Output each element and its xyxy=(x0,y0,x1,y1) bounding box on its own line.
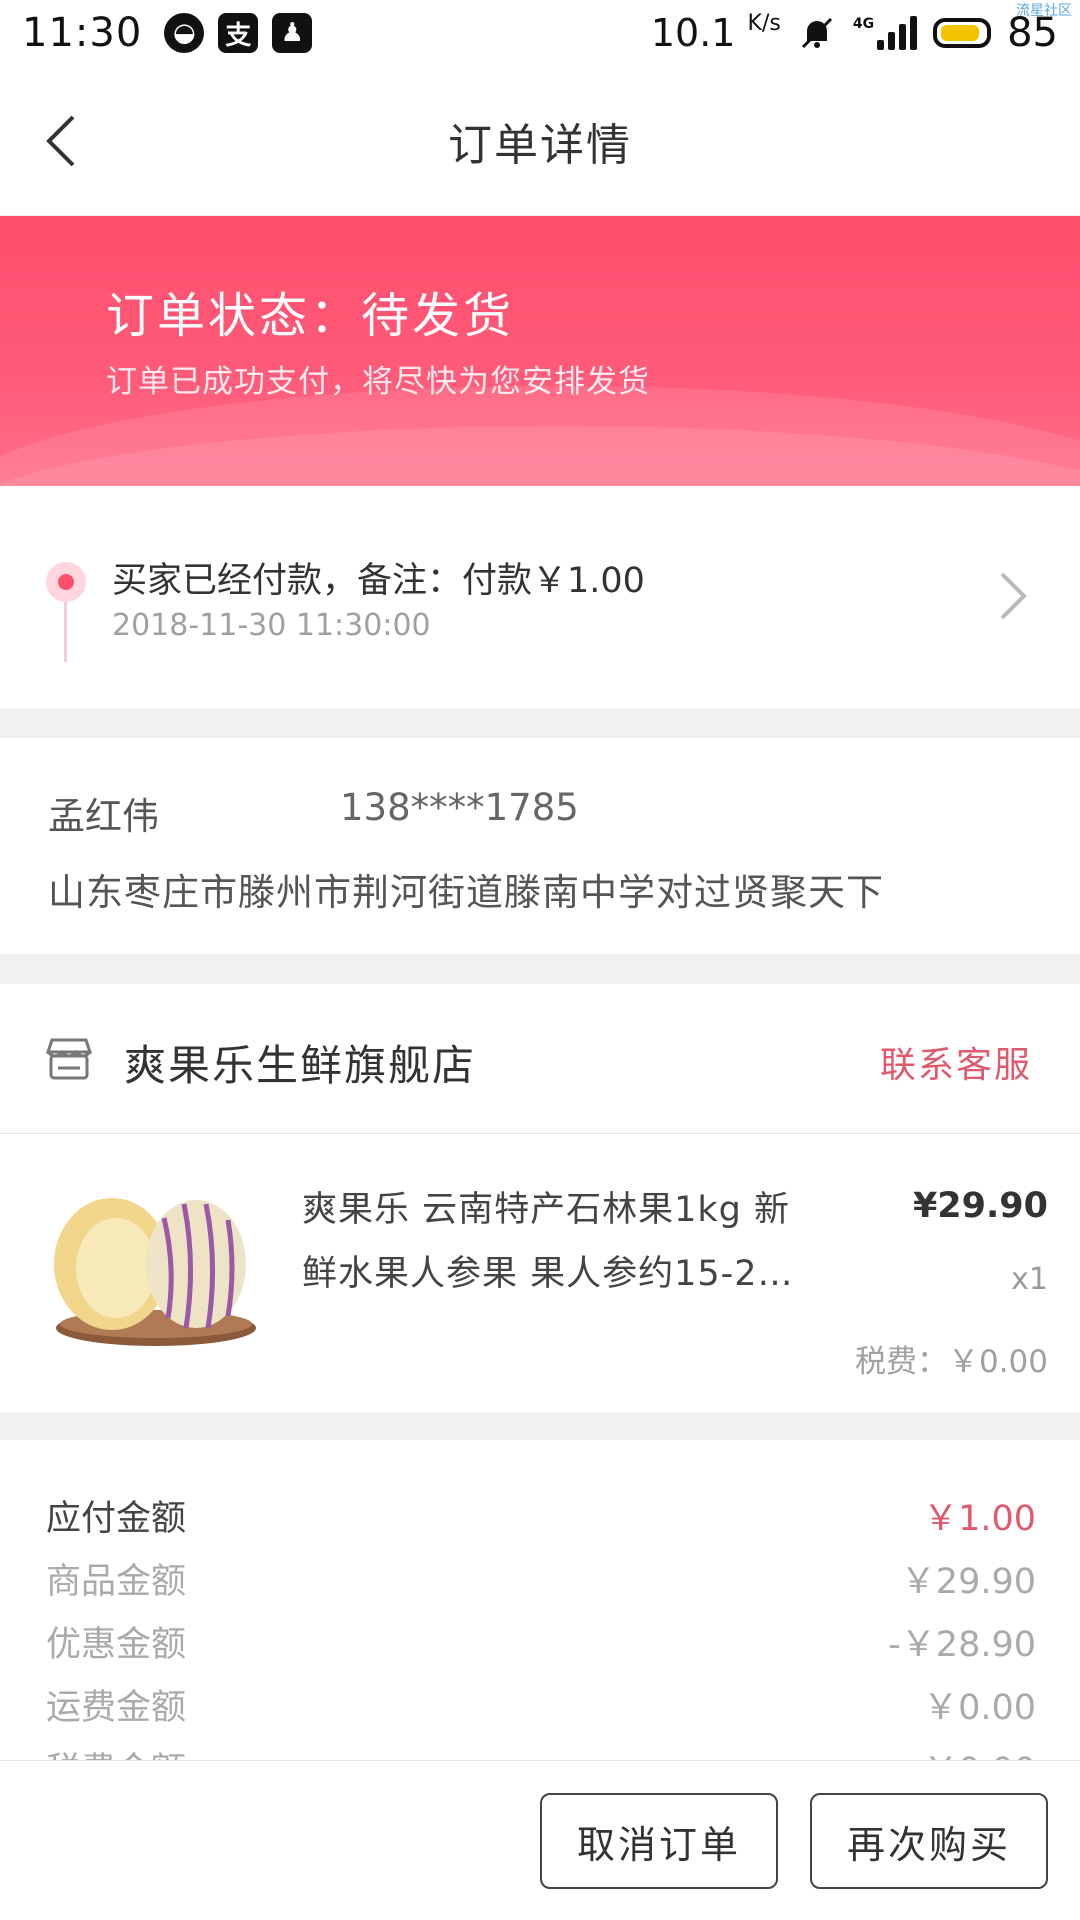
alipay-app-icon: 支 xyxy=(218,13,259,53)
tracking-time: 2018-11-30 11:30:00 xyxy=(112,608,431,643)
bottom-action-bar: 取消订单 再次购买 xyxy=(0,1760,1080,1920)
amount-summary: 应付金额 ￥1.00 商品金额 ￥29.90 优惠金额 -￥28.90 运费金额 ￥0.… xyxy=(0,1440,1080,1760)
order-status-title: 订单状态：待发货 xyxy=(106,288,515,344)
timeline-line xyxy=(64,602,67,662)
store-name[interactable]: 爽果乐生鲜旗舰店 xyxy=(124,1032,476,1093)
order-status-description: 订单已成功支付，将尽快为您安排发货 xyxy=(106,364,650,400)
order-status-banner: 订单状态：待发货 订单已成功支付，将尽快为您安排发货 xyxy=(0,216,1080,486)
browser-app-icon: ◒ xyxy=(164,13,205,53)
buy-again-button[interactable]: 再次购买 xyxy=(810,1793,1048,1889)
signal-icon: 4G xyxy=(853,16,918,50)
shipping-address: 孟红伟 138****1785 山东枣庄市滕州市荆河街道滕南中学对过贤聚天下 xyxy=(0,738,1080,954)
timeline-dot-icon xyxy=(46,562,86,602)
network-speed: 10.1 K/s xyxy=(650,11,781,55)
corner-watermark: 流星社区 xyxy=(1016,3,1072,19)
product-image xyxy=(54,1198,256,1346)
contact-service-link[interactable]: 联系客服 xyxy=(880,1036,1032,1088)
amount-row-goods: 商品金额 ￥29.90 xyxy=(46,1562,1036,1602)
recipient-name: 孟红伟 xyxy=(48,795,159,838)
status-bar: 11:30 ◒ 支 ♟ 10.1 K/s 4G 85 流星社区 xyxy=(0,0,1080,66)
store-icon xyxy=(45,1038,93,1080)
product-title: 爽果乐 云南特产石林果1kg 新 鲜水果人参果 果人参约15-2… xyxy=(302,1190,794,1294)
recipient-phone: 138****1785 xyxy=(340,786,579,829)
status-time: 11:30 xyxy=(22,10,143,56)
chevron-right-icon xyxy=(1000,572,1027,620)
back-button[interactable] xyxy=(30,111,90,171)
battery-icon xyxy=(933,18,992,48)
product-item[interactable]: 爽果乐 云南特产石林果1kg 新 鲜水果人参果 果人参约15-2… ¥29.90… xyxy=(0,1134,1080,1412)
amount-row-tax: 税费金额￥0.00 xyxy=(46,1742,1036,1760)
tracking-text: 买家已经付款，备注：付款￥1.00 xyxy=(112,561,645,601)
product-quantity: x1 xyxy=(1011,1262,1048,1297)
chevron-left-icon xyxy=(46,115,75,167)
section-divider xyxy=(0,708,1080,738)
page-title: 订单详情 xyxy=(448,119,632,171)
product-price: ¥29.90 xyxy=(912,1186,1048,1226)
address-detail: 山东枣庄市滕州市荆河街道滕南中学对过贤聚天下 xyxy=(48,871,884,914)
mute-bell-icon xyxy=(801,17,832,49)
amount-row-payable: 应付金额 ￥1.00 xyxy=(46,1499,1036,1539)
amount-row-shipping: 运费金额 ￥0.00 xyxy=(46,1688,1036,1728)
qq-app-icon: ♟ xyxy=(272,13,313,53)
nav-bar: 订单详情 xyxy=(0,66,1080,216)
cancel-order-button[interactable]: 取消订单 xyxy=(540,1793,778,1889)
amount-row-discount: 优惠金额 -￥28.90 xyxy=(46,1625,1036,1665)
section-divider xyxy=(0,954,1080,984)
order-tracking-row[interactable]: 买家已经付款，备注：付款￥1.00 2018-11-30 11:30:00 xyxy=(0,486,1080,708)
section-divider xyxy=(0,1412,1080,1440)
store-header: 爽果乐生鲜旗舰店 联系客服 xyxy=(0,984,1080,1134)
order-detail-page: 11:30 ◒ 支 ♟ 10.1 K/s 4G 85 流星社区 订单详情 订单状… xyxy=(0,0,1080,1920)
product-tax: 税费：￥0.00 xyxy=(854,1344,1048,1380)
